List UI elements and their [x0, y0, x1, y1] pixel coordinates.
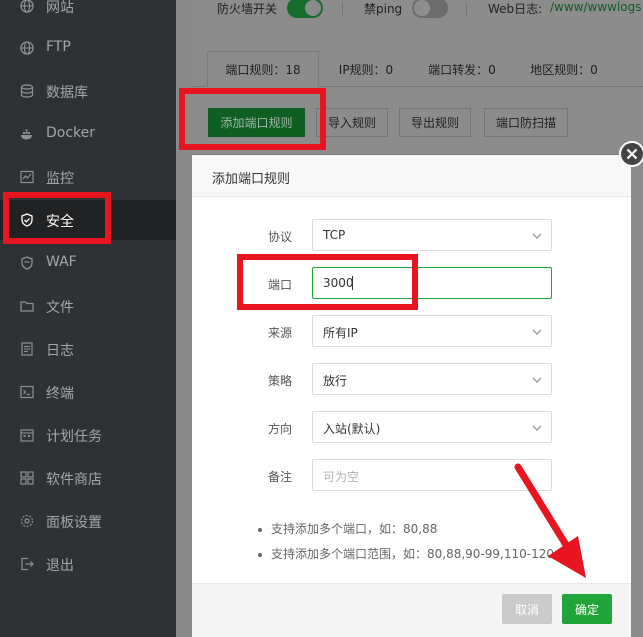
- close-dialog-button[interactable]: [619, 141, 643, 167]
- sidebar-item-label: 网站: [46, 0, 74, 16]
- sidebar-item-files[interactable]: 文件: [0, 286, 176, 326]
- annotation-box-add-rule: [179, 88, 326, 150]
- weblog-path-link[interactable]: /www/wwwlogs: [550, 0, 642, 14]
- gear-icon: [20, 514, 34, 528]
- sidebar-item-monitor[interactable]: 监控: [0, 157, 176, 197]
- sidebar-item-label: WAF: [46, 254, 77, 270]
- export-rules-button[interactable]: 导出规则: [399, 108, 471, 137]
- firewall-toggle[interactable]: [287, 0, 323, 18]
- sidebar: 网站 FTP 数据库 Docker 监控 安全 WAF 文件 日志 终端 计划任…: [0, 0, 176, 637]
- sidebar-item-label: 软件商店: [46, 472, 102, 488]
- sidebar-item-label: 监控: [46, 171, 74, 187]
- rule-tabs: 端口规则：18 IP规则：0 端口转发：0 地区规则：0: [192, 51, 643, 87]
- port-scan-protect-button[interactable]: 端口防扫描: [484, 108, 568, 137]
- source-label: 来源: [268, 326, 293, 340]
- direction-value: 入站(默认): [323, 422, 381, 436]
- tab-ip-rules[interactable]: IP规则：0: [330, 51, 402, 87]
- annotation-box-port: [237, 254, 418, 310]
- tab-port-rules[interactable]: 端口规则：18: [207, 51, 319, 87]
- sidebar-item-database[interactable]: 数据库: [0, 71, 176, 111]
- sidebar-item-label: 终端: [46, 386, 74, 402]
- sidebar-item-ftp[interactable]: FTP: [0, 28, 176, 68]
- sidebar-item-label: 日志: [46, 343, 74, 359]
- terminal-icon: [20, 385, 34, 399]
- sidebar-item-label: FTP: [46, 39, 71, 55]
- strategy-select[interactable]: 放行: [312, 363, 552, 395]
- direction-select[interactable]: 入站(默认): [312, 411, 552, 443]
- sidebar-item-label: 退出: [46, 558, 74, 574]
- ping-toggle[interactable]: [412, 0, 448, 18]
- tip-item: 支持添加多个端口范围，如：80,88,90-99,110-120: [258, 545, 554, 562]
- sidebar-item-logout[interactable]: 退出: [0, 544, 176, 584]
- chevron-down-icon: [532, 329, 542, 335]
- source-value: 所有IP: [323, 326, 358, 340]
- globe-icon: [20, 0, 34, 13]
- chevron-down-icon: [532, 233, 542, 239]
- tab-region-rules[interactable]: 地区规则：0: [522, 51, 606, 87]
- grid-icon: [20, 471, 34, 485]
- ping-label: 禁ping: [364, 2, 403, 16]
- protocol-select[interactable]: TCP: [312, 219, 552, 251]
- dialog-title: 添加端口规则: [212, 172, 291, 187]
- calendar-icon: [20, 428, 34, 442]
- note-input[interactable]: 可为空: [312, 459, 552, 491]
- note-placeholder: 可为空: [323, 470, 360, 484]
- protocol-value: TCP: [323, 228, 346, 242]
- note-label: 备注: [268, 470, 293, 484]
- logout-icon: [20, 557, 34, 571]
- folder-icon: [20, 299, 34, 313]
- source-select[interactable]: 所有IP: [312, 315, 552, 347]
- annotation-box-security: [3, 192, 111, 244]
- sidebar-item-waf[interactable]: WAF: [0, 243, 176, 283]
- divider: [466, 2, 467, 16]
- chevron-down-icon: [532, 377, 542, 383]
- protocol-label: 协议: [268, 230, 293, 244]
- sidebar-item-logs[interactable]: 日志: [0, 329, 176, 369]
- tab-port-forward[interactable]: 端口转发：0: [420, 51, 504, 87]
- tip-text: 支持添加多个端口范围，如：80,88,90-99,110-120: [271, 547, 554, 561]
- sidebar-item-label: 面板设置: [46, 515, 102, 531]
- sidebar-item-app-store[interactable]: 软件商店: [0, 458, 176, 498]
- tip-item: 支持添加多个端口，如：80,88: [258, 520, 437, 537]
- docker-icon: [20, 127, 34, 141]
- waf-shield-icon: [20, 256, 34, 270]
- direction-label: 方向: [268, 422, 293, 436]
- close-icon: [626, 148, 638, 160]
- sidebar-item-label: 文件: [46, 300, 74, 316]
- firewall-topbar: 防火墙开关 禁ping Web日志: /www/wwwlogs: [192, 0, 643, 20]
- sidebar-item-terminal[interactable]: 终端: [0, 372, 176, 412]
- strategy-value: 放行: [323, 374, 348, 388]
- strategy-label: 策略: [268, 374, 293, 388]
- sidebar-item-label: Docker: [46, 125, 96, 141]
- monitor-icon: [20, 170, 34, 184]
- import-rules-button[interactable]: 导入规则: [316, 108, 388, 137]
- sidebar-item-docker[interactable]: Docker: [0, 114, 176, 154]
- dialog-header: 添加端口规则: [192, 155, 631, 197]
- sidebar-item-cron[interactable]: 计划任务: [0, 415, 176, 455]
- cancel-button[interactable]: 取消: [502, 594, 552, 624]
- sidebar-item-label: 数据库: [46, 85, 88, 101]
- chevron-down-icon: [532, 425, 542, 431]
- database-icon: [20, 84, 34, 98]
- tip-text: 支持添加多个端口，如：80,88: [271, 522, 438, 536]
- confirm-button[interactable]: 确定: [562, 594, 612, 624]
- globe-icon: [20, 41, 34, 55]
- divider: [342, 2, 343, 16]
- weblog-label: Web日志:: [488, 2, 543, 16]
- log-icon: [20, 342, 34, 356]
- sidebar-item-panel-settings[interactable]: 面板设置: [0, 501, 176, 541]
- sidebar-item-label: 计划任务: [46, 429, 102, 445]
- firewall-switch-label: 防火墙开关: [217, 2, 278, 16]
- sidebar-item-website[interactable]: 网站: [0, 0, 176, 26]
